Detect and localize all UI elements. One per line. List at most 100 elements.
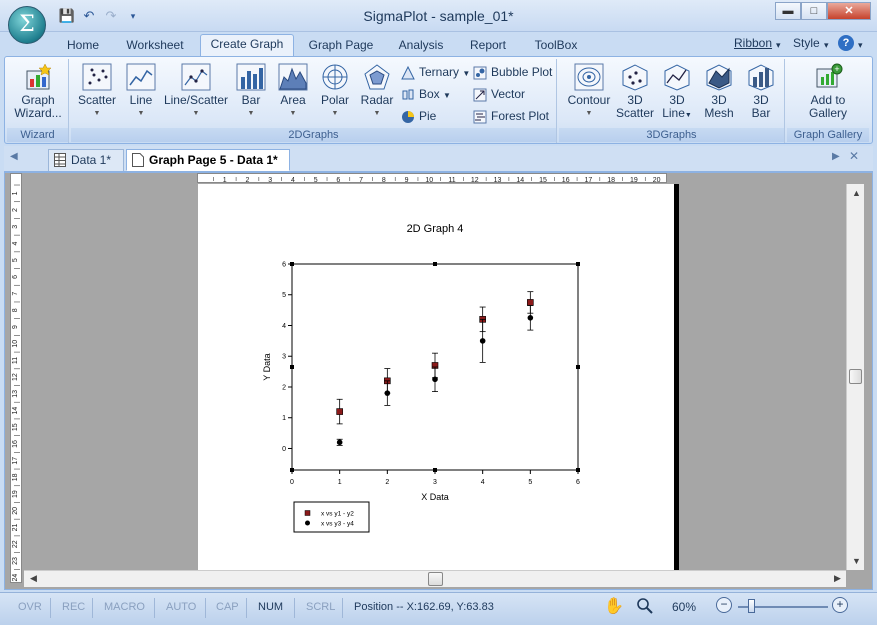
scroll-left-icon[interactable]: ◀ [30,573,37,584]
line-scatter-dropdown-icon: ▼ [192,110,200,117]
close-button[interactable]: ✕ [827,2,871,20]
tab-analysis[interactable]: Analysis [394,36,448,56]
radar-dropdown-icon: ▼ [373,110,381,117]
selection-handle [576,365,580,369]
bubble-plot-button[interactable]: Bubble Plot [473,63,552,81]
ribbon-menu-arrow-icon: ▾ [776,40,781,50]
help-icon[interactable]: ? [838,35,854,51]
group-graph-gallery: + Add to Gallery Graph Gallery [787,59,869,143]
ruler-v-label: 3 [12,225,19,229]
3d-mesh-icon [706,64,732,91]
doc-tab-data-1[interactable]: Data 1* [48,149,124,171]
ruler-v-label: 17 [12,457,19,465]
zoom-slider-thumb[interactable] [748,599,755,613]
add-to-gallery-icon: + [816,63,843,88]
ruler-v-label: 20 [12,507,19,515]
maximize-button[interactable]: □ [801,2,827,20]
forest-plot-button[interactable]: Forest Plot [473,107,549,125]
data-point-series-2 [527,315,534,321]
forest-plot-icon [473,110,487,124]
doc-tab-graph-page-5[interactable]: Graph Page 5 - Data 1* [126,149,290,171]
tab-home[interactable]: Home [62,36,104,56]
tabs-scroll-left-icon[interactable]: ◀ [10,151,18,162]
ruler-h-label: 7 [359,177,363,183]
status-cap: CAP [216,601,239,613]
ruler-v-label: 22 [12,540,19,548]
polar-button[interactable]: Polar ▼ [315,63,355,120]
pan-hand-icon[interactable]: ✋ [604,596,624,616]
tab-graph-page[interactable]: Graph Page [306,36,376,56]
3d-scatter-label-2: Scatter [615,106,654,120]
vertical-scroll-thumb[interactable] [849,369,862,384]
zoom-out-icon[interactable]: − [716,597,732,613]
window-title: SigmaPlot - sample_01* [363,8,514,24]
ruler-h-label: 18 [607,177,615,183]
line-scatter-button[interactable]: Line/Scatter ▼ [163,63,229,120]
horizontal-scrollbar[interactable]: ◀ ▶ [24,570,846,587]
vector-button[interactable]: Vector [473,85,525,103]
scatter-button[interactable]: Scatter ▼ [77,63,117,120]
ternary-button[interactable]: Ternary ▼ [401,63,470,81]
scroll-up-icon[interactable]: ▲ [852,188,861,198]
box-icon [402,89,414,100]
minimize-button[interactable]: ▬ [775,2,801,20]
graph-wizard-button[interactable]: Graph Wizard... [9,63,67,120]
scroll-right-icon[interactable]: ▶ [834,573,841,584]
scatter-dropdown-icon: ▼ [93,110,101,117]
vertical-scrollbar[interactable]: ▲ ▼ [846,184,864,570]
zoom-magnifier-icon[interactable] [636,597,654,618]
horizontal-scroll-thumb[interactable] [428,572,443,586]
title-bar: Σ 💾 ↶ ↷ ▾ SigmaPlot - sample_01* ▬ □ ✕ [0,0,877,44]
radar-button[interactable]: Radar ▼ [357,63,397,120]
x-tick-label: 2 [385,479,389,486]
ribbon-menu[interactable]: Ribbon [734,36,772,50]
zoom-in-icon[interactable]: + [832,597,848,613]
tabs-scroll-right-icon[interactable]: ▶ [832,151,840,162]
3d-line-button[interactable]: 3D Line▼ [657,63,697,122]
style-menu[interactable]: Style [793,36,820,50]
ruler-h-label: 15 [539,177,547,183]
graph-canvas[interactable]: 2D Graph 4 0 1 2 3 4 5 6 0 1 2 3 4 5 6 X Data Y Data x vs… [198,184,674,570]
3d-line-label-2: Line [662,106,685,120]
y-tick-label: 1 [282,415,286,422]
ruler-v-label: 10 [12,340,19,348]
ruler-v-label: 13 [12,390,19,398]
ruler-v-label: 1 [12,191,19,195]
area-button[interactable]: Area ▼ [273,63,313,120]
scatter-label: Scatter [77,93,116,107]
bar-dropdown-icon: ▼ [247,110,255,117]
ruler-v-label: 11 [12,357,19,364]
line-icon [126,63,156,91]
line-button[interactable]: Line ▼ [121,63,161,120]
box-button[interactable]: Box ▼ [401,85,451,103]
y-tick-label: 2 [282,384,286,391]
ruler-h-label: 14 [516,177,524,183]
data-point-series-2 [432,376,438,383]
contour-button[interactable]: Contour ▼ [563,63,615,120]
bar-button[interactable]: Bar ▼ [231,63,271,120]
tab-create-graph[interactable]: Create Graph [200,34,294,57]
3d-mesh-button[interactable]: 3D Mesh [699,63,739,120]
status-position: Position -- X:162.69, Y:63.83 [354,601,494,613]
ruler-v-label: 6 [12,275,19,279]
tab-toolbox[interactable]: ToolBox [528,36,584,56]
tab-report[interactable]: Report [466,36,510,56]
tab-worksheet[interactable]: Worksheet [120,36,190,56]
area-dropdown-icon: ▼ [289,110,297,117]
add-to-gallery-button[interactable]: + Add to Gallery [795,63,861,120]
status-separator [342,598,343,618]
group-label-3d-graphs: 3DGraphs [559,128,784,142]
status-bar: OVR REC MACRO AUTO CAP NUM SCRL Position… [0,592,877,625]
3d-bar-button[interactable]: 3D Bar [741,63,781,120]
document-tabs: ◀ Data 1* Graph Page 5 - Data 1* ▶ ✕ [4,146,873,172]
3d-scatter-label-1: 3D [627,93,643,107]
3d-line-label-1: 3D [669,93,685,107]
scroll-down-icon[interactable]: ▼ [852,556,861,566]
legend-label: x vs y3 - y4 [321,521,354,528]
ruler-v-label: 19 [12,490,19,498]
3d-scatter-button[interactable]: 3D Scatter [615,63,655,120]
application-button[interactable]: Σ [8,6,46,44]
pie-button[interactable]: Pie [401,107,436,125]
ruler-h-label: 5 [314,177,318,183]
close-tab-icon[interactable]: ✕ [849,149,859,163]
